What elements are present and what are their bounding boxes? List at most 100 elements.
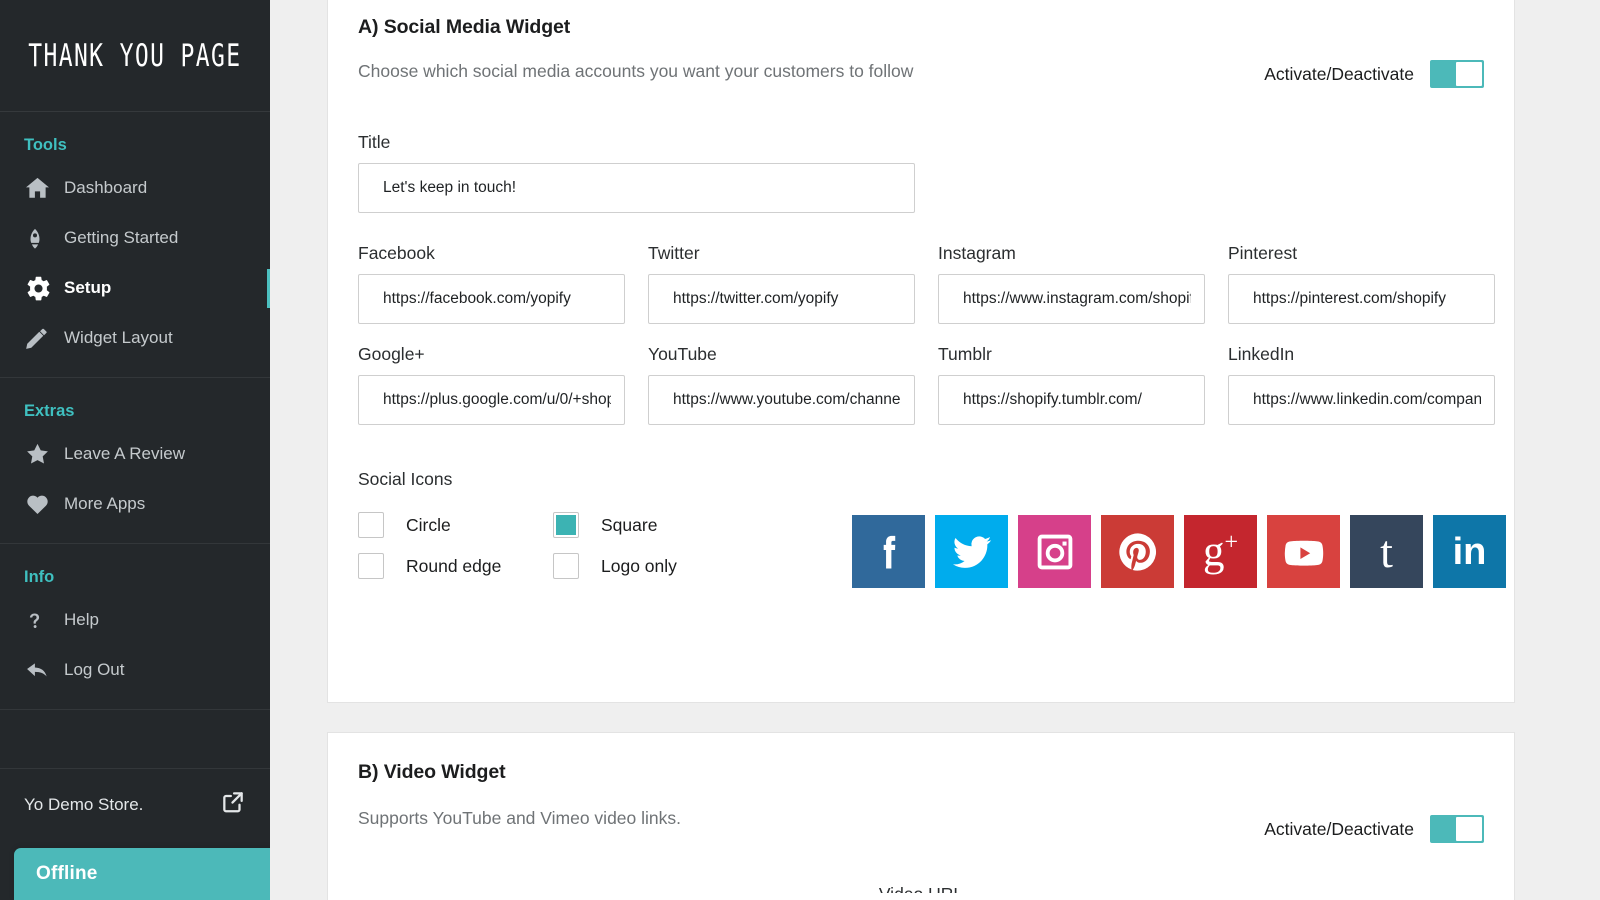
title-input[interactable]: [358, 163, 915, 213]
section-a-activate-toggle[interactable]: [1430, 60, 1484, 88]
network-field-googleplus: Google+: [358, 344, 625, 425]
checkbox-label: Circle: [406, 514, 451, 535]
network-url-input[interactable]: [938, 274, 1205, 324]
checkbox[interactable]: [553, 553, 579, 579]
sidebar-item-label: Setup: [64, 278, 112, 297]
social-tile-youtube[interactable]: [1267, 515, 1340, 588]
section-b-toggle-label: Activate/Deactivate: [1264, 818, 1414, 839]
icon-style-option-circle[interactable]: Circle: [358, 512, 553, 538]
sidebar-nav: Tools Dashboard Getting Started Setup Widget…: [0, 112, 270, 710]
network-label: Twitter: [648, 243, 700, 263]
checkbox[interactable]: [358, 512, 384, 538]
social-icons-label: Social Icons: [358, 469, 453, 489]
sidebar-item-getting-started[interactable]: Getting Started: [0, 213, 270, 263]
social-tile-twitter[interactable]: [935, 515, 1008, 588]
network-field-pinterest: Pinterest: [1228, 243, 1495, 324]
external-link-icon[interactable]: [220, 789, 246, 820]
sidebar-item-dashboard[interactable]: Dashboard: [0, 163, 270, 213]
checkbox-label: Logo only: [601, 555, 677, 576]
social-media-widget-card: A) Social Media Widget Choose which soci…: [327, 0, 1515, 703]
sidebar-item-leave-a-review[interactable]: Leave A Review: [0, 429, 270, 479]
sidebar-item-label: Log Out: [64, 660, 125, 679]
network-label: Google+: [358, 344, 425, 364]
star-icon: [24, 440, 64, 468]
network-url-input[interactable]: [648, 274, 915, 324]
sidebar-item-label: Widget Layout: [64, 328, 173, 347]
offline-label: Offline: [36, 863, 98, 884]
section-b-header: B) Video Widget Supports YouTube and Vim…: [358, 761, 1484, 843]
store-name: Yo Demo Store.: [24, 794, 144, 814]
rocket-icon: [24, 224, 64, 252]
network-url-input[interactable]: [648, 375, 915, 425]
title-field-label: Title: [358, 132, 391, 152]
sidebar-item-log-out[interactable]: Log Out: [0, 645, 270, 695]
section-a-subtitle: Choose which social media accounts you w…: [358, 61, 914, 81]
linkedin-icon: in: [1452, 530, 1487, 573]
checkbox-label: Square: [601, 514, 658, 535]
network-field-twitter: Twitter: [648, 243, 915, 324]
checkbox-label: Round edge: [406, 555, 502, 576]
network-field-youtube: YouTube: [648, 344, 915, 425]
social-tile-tumblr[interactable]: t: [1350, 515, 1423, 588]
home-icon: [24, 174, 64, 202]
sidebar-item-label: Leave A Review: [64, 444, 185, 463]
network-url-input[interactable]: [358, 274, 625, 324]
network-url-input[interactable]: [938, 375, 1205, 425]
network-label: Tumblr: [938, 344, 992, 364]
toggle-knob: [1456, 62, 1482, 86]
social-tile-linkedin[interactable]: in: [1433, 515, 1506, 588]
sidebar-item-widget-layout[interactable]: Widget Layout: [0, 313, 270, 363]
social-network-fields: Facebook Twitter Instagram Pinterest Google+…: [358, 243, 1495, 425]
video-url-label: Video URL: [328, 884, 1514, 893]
icon-style-option-square[interactable]: Square: [553, 512, 748, 538]
social-tile-instagram[interactable]: [1018, 515, 1091, 588]
sidebar-item-label: Getting Started: [64, 228, 179, 247]
sidebar-group-info: Info Help Log Out: [0, 544, 270, 710]
sidebar-item-setup[interactable]: Setup: [0, 263, 270, 313]
network-url-input[interactable]: [358, 375, 625, 425]
youtube-icon: [1280, 528, 1328, 576]
brand-title: THANK YOU PAGE: [28, 37, 242, 74]
section-b-subtitle: Supports YouTube and Vimeo video links.: [358, 808, 681, 828]
pencil-icon: [24, 324, 64, 352]
sidebar-item-label: More Apps: [64, 494, 146, 513]
store-footer[interactable]: Yo Demo Store.: [0, 768, 270, 840]
title-field-group: Title: [358, 132, 915, 213]
sidebar-item-more-apps[interactable]: More Apps: [0, 479, 270, 529]
network-label: Pinterest: [1228, 243, 1298, 263]
section-a-toggle-label: Activate/Deactivate: [1264, 63, 1414, 84]
sidebar-item-label: Dashboard: [64, 178, 148, 197]
network-field-facebook: Facebook: [358, 243, 625, 324]
network-url-input[interactable]: [1228, 375, 1495, 425]
toggle-knob: [1456, 817, 1482, 841]
offline-status-bar[interactable]: Offline: [14, 848, 270, 900]
icon-style-options: Circle Square Round edge Logo only: [358, 512, 748, 579]
googleplus-icon: g+: [1202, 528, 1239, 575]
checkbox[interactable]: [553, 512, 579, 538]
pinterest-icon: [1115, 529, 1161, 575]
sidebar-group-title: Extras: [24, 402, 75, 420]
network-field-tumblr: Tumblr: [938, 344, 1205, 425]
facebook-icon: [867, 530, 911, 574]
social-tile-googleplus[interactable]: g+: [1184, 515, 1257, 588]
icon-style-option-logo-only[interactable]: Logo only: [553, 553, 748, 579]
network-label: Facebook: [358, 243, 435, 263]
sidebar-item-label: Help: [64, 610, 99, 629]
section-b-title: B) Video Widget: [358, 761, 506, 783]
video-widget-card: B) Video Widget Supports YouTube and Vim…: [327, 732, 1515, 900]
section-b-activate-toggle[interactable]: [1430, 815, 1484, 843]
social-tile-facebook[interactable]: [852, 515, 925, 588]
social-tile-pinterest[interactable]: [1101, 515, 1174, 588]
network-label: Instagram: [938, 243, 1016, 263]
network-field-instagram: Instagram: [938, 243, 1205, 324]
checkbox[interactable]: [358, 553, 384, 579]
network-field-linkedin: LinkedIn: [1228, 344, 1495, 425]
main-content: A) Social Media Widget Choose which soci…: [270, 0, 1600, 900]
social-icon-preview: g+ t in: [852, 515, 1506, 588]
network-url-input[interactable]: [1228, 274, 1495, 324]
section-a-title: A) Social Media Widget: [358, 16, 571, 38]
sidebar-item-help[interactable]: Help: [0, 595, 270, 645]
sidebar-group-tools: Tools Dashboard Getting Started Setup Widget…: [0, 112, 270, 378]
network-label: YouTube: [648, 344, 717, 364]
icon-style-option-round-edge[interactable]: Round edge: [358, 553, 553, 579]
